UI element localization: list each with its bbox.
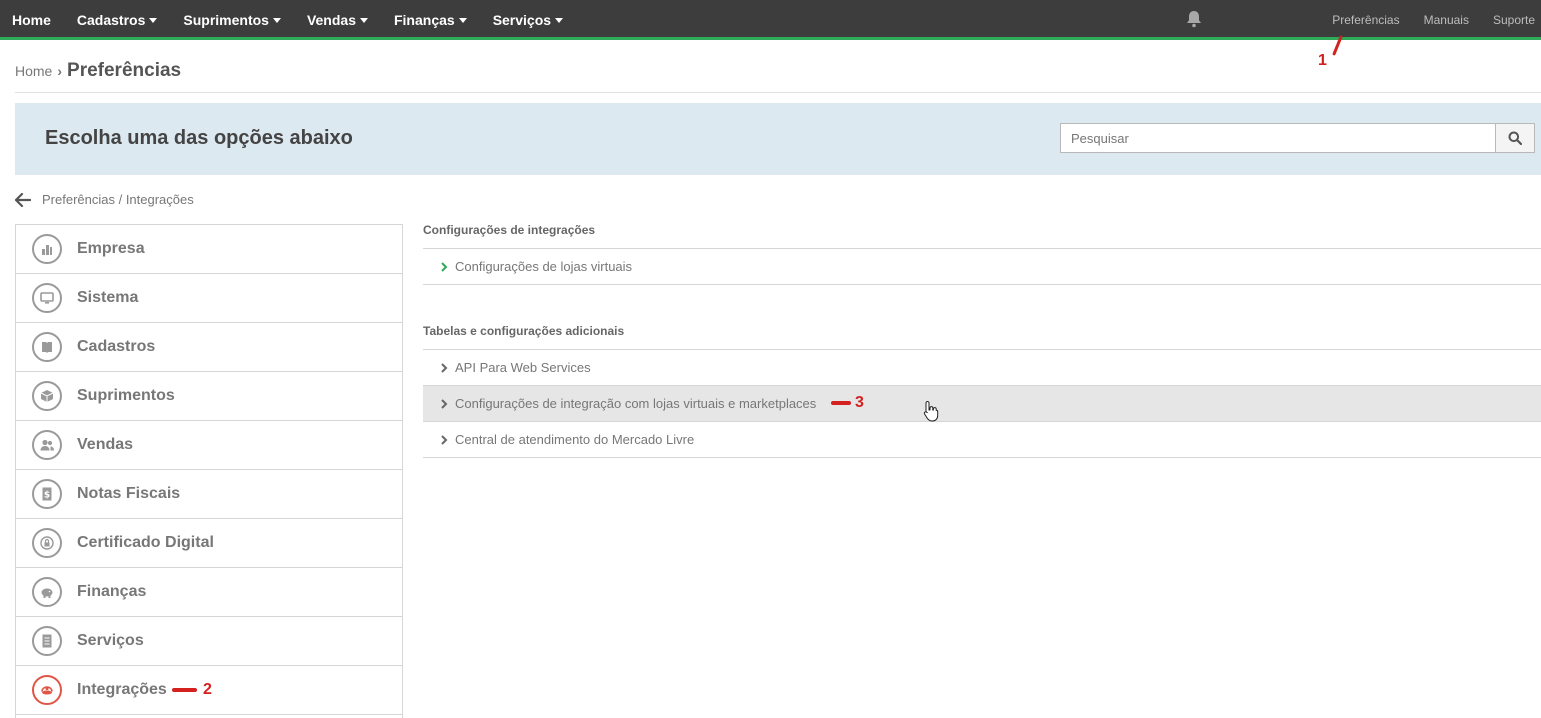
- arrow-left-icon: [15, 192, 31, 207]
- book-icon: [32, 332, 62, 362]
- caret-down-icon: [359, 17, 368, 23]
- sidebar-item-sistema[interactable]: Sistema: [16, 274, 402, 323]
- integration-icon: [32, 675, 62, 705]
- list-item-label: Configurações de lojas virtuais: [455, 259, 633, 274]
- integracoes-list: Configurações de lojas virtuais: [423, 248, 1541, 285]
- sidebar-item-label: Empresa: [77, 240, 145, 257]
- nav-suporte-link[interactable]: Suporte: [1493, 13, 1535, 27]
- sidebar-item-vendas[interactable]: Vendas: [16, 421, 402, 470]
- document-icon: [32, 626, 62, 656]
- top-navbar: Home Cadastros Suprimentos Vendas Finanç…: [0, 0, 1541, 40]
- search-icon: [1508, 131, 1522, 145]
- sidebar-item-notas-fiscais[interactable]: $ Notas Fiscais: [16, 470, 402, 519]
- nav-vendas[interactable]: Vendas: [307, 12, 368, 28]
- lock-icon: [32, 528, 62, 558]
- nav-manuais-link[interactable]: Manuais: [1424, 13, 1469, 27]
- nav-financas[interactable]: Finanças: [394, 12, 467, 28]
- nav-preferencias-link[interactable]: Preferências: [1332, 13, 1399, 27]
- svg-text:$: $: [44, 491, 50, 501]
- annotation-mark-3: [831, 401, 851, 405]
- top-links: Preferências Manuais Suporte: [1308, 0, 1535, 40]
- breadcrumb-home[interactable]: Home: [15, 63, 52, 79]
- search-button[interactable]: [1495, 124, 1534, 152]
- sidebar-item-label: Integrações: [77, 681, 167, 698]
- breadcrumb: Home › Preferências: [15, 60, 181, 82]
- back-link[interactable]: Preferências / Integrações: [15, 192, 194, 207]
- list-item-label: Configurações de integração com lojas vi…: [455, 396, 817, 411]
- list-item-label: Central de atendimento do Mercado Livre: [455, 432, 695, 447]
- breadcrumb-chevron-icon: ›: [57, 63, 63, 79]
- sidebar-item-label: Finanças: [77, 583, 147, 600]
- list-item-label: API Para Web Services: [455, 360, 591, 375]
- sidebar-item-label: Sistema: [77, 289, 139, 306]
- annotation-mark-2: [172, 688, 197, 692]
- search-box: [1060, 123, 1535, 153]
- search-input[interactable]: [1061, 124, 1495, 152]
- options-banner: Escolha uma das opções abaixo: [15, 103, 1541, 175]
- list-item-integracao-marketplaces[interactable]: Configurações de integração com lojas vi…: [423, 386, 1541, 422]
- list-item-lojas-virtuais[interactable]: Configurações de lojas virtuais: [423, 249, 1541, 285]
- users-icon: [32, 430, 62, 460]
- nav-home[interactable]: Home: [12, 12, 51, 28]
- nav-suprimentos[interactable]: Suprimentos: [183, 12, 281, 28]
- chevron-right-icon: [441, 261, 448, 272]
- sidebar-item-servicos[interactable]: Serviços: [16, 617, 402, 666]
- sidebar-item-label: Vendas: [77, 436, 134, 453]
- sidebar-item-label: Suprimentos: [77, 387, 175, 404]
- section-title-tabelas: Tabelas e configurações adicionais: [423, 324, 625, 338]
- sidebar-item-financas[interactable]: Finanças: [16, 568, 402, 617]
- caret-down-icon: [272, 17, 281, 23]
- sidebar-item-cadastros[interactable]: Cadastros: [16, 323, 402, 372]
- tabelas-list: API Para Web Services Configurações de i…: [423, 349, 1541, 458]
- main-menu: Home Cadastros Suprimentos Vendas Finanç…: [0, 0, 577, 40]
- sidebar-item-label: Cadastros: [77, 338, 156, 355]
- monitor-icon: [32, 283, 62, 313]
- sidebar-item-empresa[interactable]: Empresa: [16, 225, 402, 274]
- banner-title: Escolha uma das opções abaixo: [45, 127, 353, 149]
- chevron-right-icon: [441, 398, 448, 409]
- annotation-number-2: 2: [203, 681, 212, 698]
- box-icon: [32, 381, 62, 411]
- chevron-right-icon: [441, 434, 448, 445]
- breadcrumb-divider: [15, 92, 1541, 93]
- piggy-bank-icon: [32, 577, 62, 607]
- sidebar-item-certificado-digital[interactable]: Certificado Digital: [16, 519, 402, 568]
- hand-cursor-icon: [923, 400, 939, 422]
- sidebar-item-label: Certificado Digital: [77, 534, 214, 551]
- list-item-api-web-services[interactable]: API Para Web Services: [423, 350, 1541, 386]
- building-icon: [32, 234, 62, 264]
- list-item-mercado-livre[interactable]: Central de atendimento do Mercado Livre: [423, 422, 1541, 458]
- caret-down-icon: [149, 17, 158, 23]
- annotation-number-3: 3: [855, 394, 864, 411]
- chevron-right-icon: [441, 362, 448, 373]
- nav-cadastros[interactable]: Cadastros: [77, 12, 158, 28]
- caret-down-icon: [458, 17, 467, 23]
- nav-servicos[interactable]: Serviços: [493, 12, 564, 28]
- annotation-number-1: 1: [1318, 52, 1327, 69]
- sidebar-item-label: Notas Fiscais: [77, 485, 181, 502]
- bell-icon[interactable]: [1186, 10, 1202, 28]
- sidebar-item-suprimentos[interactable]: Suprimentos: [16, 372, 402, 421]
- page-title: Preferências: [67, 60, 182, 81]
- caret-down-icon: [555, 17, 564, 23]
- back-label: Preferências / Integrações: [42, 192, 194, 207]
- section-title-integracoes: Configurações de integrações: [423, 223, 596, 237]
- receipt-icon: $: [32, 479, 62, 509]
- preferences-sidebar: Empresa Sistema Cadastros Suprimentos Ve…: [15, 224, 403, 718]
- sidebar-item-label: Serviços: [77, 632, 144, 649]
